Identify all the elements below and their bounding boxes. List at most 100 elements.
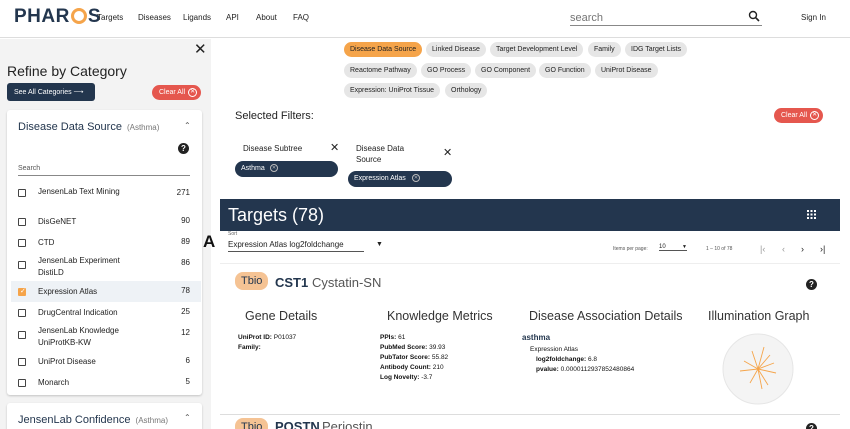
- targets-header: Targets (78): [220, 199, 840, 231]
- targets-title: Targets (78): [228, 205, 325, 225]
- facet-row-count: 5: [185, 377, 190, 386]
- facet-card: [7, 110, 202, 395]
- close-icon[interactable]: ✕: [194, 40, 207, 58]
- chip-orthology[interactable]: Orthology: [445, 83, 488, 98]
- checkbox-checked[interactable]: [18, 287, 26, 296]
- search-input[interactable]: [570, 12, 740, 24]
- close-circle-icon: ✕: [188, 88, 198, 97]
- close-icon[interactable]: ✕: [330, 141, 339, 154]
- checkbox[interactable]: [18, 331, 26, 339]
- chip-go-function[interactable]: GO Function: [539, 63, 591, 78]
- chip-reactome-pathway[interactable]: Reactome Pathway: [344, 63, 417, 78]
- nav-diseases[interactable]: Diseases: [138, 13, 171, 22]
- facet-title[interactable]: Disease Data Source (Asthma): [18, 121, 159, 133]
- checkbox[interactable]: [18, 239, 26, 247]
- facet-row-count: 90: [181, 216, 190, 225]
- arrow-right-icon: ⟶: [73, 89, 84, 96]
- chip-go-component[interactable]: GO Component: [475, 63, 537, 78]
- chip-go-process[interactable]: GO Process: [421, 63, 472, 78]
- facet-row-count: 78: [181, 286, 190, 295]
- help-icon[interactable]: ?: [806, 423, 817, 429]
- refine-title: Refine by Category: [7, 63, 127, 79]
- facet-search-input[interactable]: Search: [18, 162, 190, 176]
- facet-row-label: JensenLab Knowledge UniProtKB-KW: [38, 326, 119, 347]
- gene-name: Periostin: [322, 419, 373, 429]
- chip-family[interactable]: Family: [588, 42, 621, 57]
- chip-uniprot-disease[interactable]: UniProt Disease: [595, 63, 658, 78]
- nav-targets[interactable]: Targets: [97, 13, 123, 22]
- tdl-badge: Tbio: [235, 272, 269, 290]
- pharos-logo[interactable]: PHAR S: [14, 6, 101, 28]
- facet-row-count: 6: [185, 356, 190, 365]
- help-icon[interactable]: ?: [178, 143, 189, 154]
- search-box: [570, 8, 762, 26]
- last-page-icon[interactable]: ›|: [820, 244, 825, 254]
- clear-all-button[interactable]: Clear All ✕: [152, 85, 202, 100]
- disease-association: asthma Expression Atlas log2foldchange: …: [522, 333, 702, 375]
- facet-row-label: DisGeNET: [38, 217, 77, 226]
- disease-link[interactable]: asthma: [522, 333, 702, 343]
- prev-page-icon[interactable]: ‹: [782, 244, 785, 254]
- nav-api[interactable]: API: [226, 13, 239, 22]
- facet-row-count: 89: [181, 237, 190, 246]
- filter-pill[interactable]: Expression Atlas ✕: [348, 171, 452, 187]
- facet-row-count: 25: [181, 307, 190, 316]
- facet-row-label: DrugCentral Indication: [38, 308, 118, 317]
- remove-icon[interactable]: ✕: [412, 174, 420, 182]
- checkbox[interactable]: [18, 358, 26, 366]
- sign-in-link[interactable]: Sign In: [801, 13, 826, 22]
- search-icon[interactable]: [748, 10, 760, 22]
- see-all-categories-button[interactable]: See All Categories ⟶: [7, 83, 95, 101]
- facet-row-label: JensenLab Text Mining: [38, 187, 120, 196]
- facet-row-label: Expression Atlas: [38, 287, 98, 296]
- nav-about[interactable]: About: [256, 13, 277, 22]
- top-bar: PHAR S Targets Diseases Ligands API About…: [0, 0, 850, 38]
- nav-ligands[interactable]: Ligands: [183, 13, 211, 22]
- facet-row-count: 12: [181, 328, 190, 337]
- facet-row-label: CTD: [38, 238, 55, 247]
- gene-symbol[interactable]: POSTN: [275, 419, 320, 429]
- checkbox[interactable]: [18, 189, 26, 197]
- chevron-up-icon[interactable]: ⌃: [184, 413, 191, 422]
- items-per-page-label: Items per page:: [613, 246, 648, 252]
- chevron-down-icon: ▼: [682, 244, 687, 250]
- checkbox[interactable]: [18, 218, 26, 226]
- chip-idg-target-lists[interactable]: IDG Target Lists: [625, 42, 688, 57]
- chip-target-development-level[interactable]: Target Development Level: [490, 42, 584, 57]
- page-range: 1 – 10 of 78: [706, 246, 733, 252]
- disease-association-title: Disease Association Details: [529, 309, 683, 323]
- illumination-graph[interactable]: [722, 333, 794, 405]
- illumination-graph-title: Illumination Graph: [708, 309, 810, 323]
- sort-label: Sort: [228, 231, 238, 237]
- filter-pill[interactable]: Asthma ✕: [235, 161, 338, 177]
- nav-faq[interactable]: FAQ: [293, 13, 309, 22]
- grid-view-icon[interactable]: [807, 210, 816, 219]
- tdl-badge: Tbio: [235, 418, 269, 429]
- knowledge-metrics-title: Knowledge Metrics: [387, 309, 493, 323]
- checkbox[interactable]: [18, 309, 26, 317]
- chip-disease-data-source[interactable]: Disease Data Source: [344, 42, 423, 57]
- close-icon[interactable]: ✕: [443, 146, 452, 159]
- sort-select[interactable]: Expression Atlas log2foldchange: [228, 240, 364, 252]
- selected-filters-title: Selected Filters:: [235, 110, 314, 122]
- remove-icon[interactable]: ✕: [270, 164, 278, 172]
- checkbox[interactable]: [18, 261, 26, 269]
- checkbox[interactable]: [18, 379, 26, 387]
- next-page-icon[interactable]: ›: [801, 244, 804, 254]
- clear-all-filters-button[interactable]: Clear All ✕: [774, 108, 824, 123]
- knowledge-metrics: PPIs: 61 PubMed Score: 39.93 PubTator Sc…: [380, 334, 449, 381]
- first-page-icon[interactable]: |‹: [760, 244, 765, 254]
- filter-label: Disease Subtree: [243, 144, 303, 153]
- facet-row-label: UniProt Disease: [38, 357, 96, 366]
- help-icon[interactable]: ?: [806, 279, 817, 290]
- facet-row-label: Monarch: [38, 378, 70, 387]
- chevron-up-icon[interactable]: ⌃: [184, 121, 191, 130]
- gene-symbol[interactable]: CST1: [275, 275, 308, 290]
- chip-expression-uniprot-tissue[interactable]: Expression: UniProt Tissue: [344, 83, 441, 98]
- items-per-page-select[interactable]: 10 ▼: [659, 244, 687, 251]
- chip-linked-disease[interactable]: Linked Disease: [426, 42, 486, 57]
- chevron-down-icon[interactable]: ▼: [376, 241, 383, 248]
- facet2-title[interactable]: JensenLab Confidence (Asthma): [18, 414, 168, 426]
- facet-row-count: 271: [176, 188, 190, 197]
- gene-details-title: Gene Details: [245, 309, 318, 323]
